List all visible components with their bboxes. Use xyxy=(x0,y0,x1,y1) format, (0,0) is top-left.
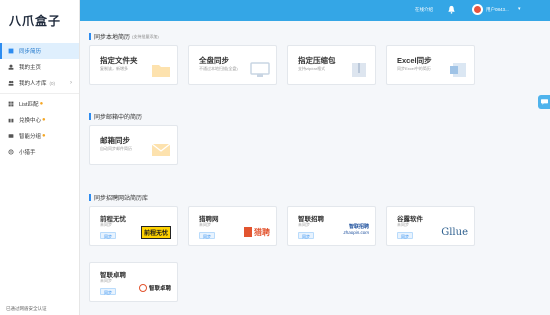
card-subtitle: 同步Excel中的简历 xyxy=(397,66,431,71)
chat-icon xyxy=(540,99,548,105)
people-icon xyxy=(8,80,14,86)
gllue-logo: Gllue xyxy=(441,225,468,239)
site-card-51job[interactable]: 前程无忧 未同步 同步 前程无忧 xyxy=(89,206,178,246)
section-title-text: 同步招聘网站简历库 xyxy=(94,196,149,202)
gift-icon xyxy=(8,117,14,123)
card-title: 指定压缩包 xyxy=(298,56,336,65)
site-card-zhuopin[interactable]: 智联卓聘 未同步 同步 智联卓聘 xyxy=(89,262,178,302)
chat-float-button[interactable] xyxy=(538,95,550,109)
sidebar-item-smart-group[interactable]: 智能分组 ● xyxy=(0,128,79,144)
sidebar-item-label: List匹配 xyxy=(19,102,39,108)
username[interactable]: 用户0843... xyxy=(486,7,509,13)
zhuopin-logo: 智联卓聘 xyxy=(138,281,171,295)
section-title-sites: 同步招聘网站简历库 xyxy=(89,193,148,202)
logo-text: 前程无忧 xyxy=(140,225,171,239)
sidebar-item-label: 兑换中心 xyxy=(19,118,42,124)
section-note: (支持批量添加) xyxy=(132,33,159,39)
logo: 八爪盒子 xyxy=(0,0,79,40)
section-bar xyxy=(89,33,91,40)
sidebar-item-label: 小猎手 xyxy=(19,150,36,156)
sidebar-item-list-match[interactable]: List匹配 ● xyxy=(0,96,79,112)
excel-icon xyxy=(450,63,466,77)
51job-logo: 前程无忧 xyxy=(140,225,171,239)
section-bar xyxy=(89,113,91,120)
zhaopin-logo: 智联招聘 zhaopin.com xyxy=(343,223,369,239)
site-status: 未同步 xyxy=(397,222,409,227)
site-status: 未同步 xyxy=(199,222,211,227)
card-folder-sync[interactable]: 指定文件夹 复制该，新增多 xyxy=(89,45,178,85)
sidebar-item-talent-pool[interactable]: 我的人才库 (0) › xyxy=(0,75,79,91)
sidebar-item-sync-resume[interactable]: 同步简历 xyxy=(0,43,79,59)
card-excel-sync[interactable]: Excel同步 同步Excel中的简历 xyxy=(386,45,475,85)
app-logo: 八爪盒子 xyxy=(9,13,62,28)
card-subtitle: 复制该，新增多 xyxy=(100,66,128,71)
new-dot: ● xyxy=(42,133,46,139)
grid-icon xyxy=(8,101,14,107)
security-note: 已通过网盾安全认证 xyxy=(6,306,47,311)
site-status: 未同步 xyxy=(100,278,112,283)
talent-count: (0) xyxy=(49,80,56,86)
user-icon xyxy=(8,64,14,70)
hunter-icon xyxy=(8,149,14,155)
sidebar-item-my-homepage[interactable]: 我的主页 xyxy=(0,59,79,75)
logo-text: 智联招聘 xyxy=(348,224,369,230)
section-title-text: 同步本地简历 xyxy=(94,35,131,41)
sidebar: 八爪盒子 同步简历 我的主页 我的人才库 (0) › List匹配 ● 兑换中心… xyxy=(0,0,80,315)
section-title-local: 同步本地简历 (支持批量添加) xyxy=(89,32,159,41)
card-title: 邮箱同步 xyxy=(100,136,130,145)
card-subtitle: 不通过本地扫描(全盘) xyxy=(199,66,238,71)
group-icon xyxy=(8,133,14,139)
sidebar-item-label: 同步简历 xyxy=(19,49,42,55)
logo-subtext: zhaopin.com xyxy=(343,230,369,235)
card-full-disk-sync[interactable]: 全盘同步 不通过本地扫描(全盘) xyxy=(188,45,277,85)
sync-button[interactable]: 同步 xyxy=(298,232,314,239)
avatar[interactable] xyxy=(472,4,483,15)
sidebar-item-hunter[interactable]: 小猎手 xyxy=(0,144,79,160)
intro-link[interactable]: 在线介绍 xyxy=(415,7,433,13)
sidebar-nav: 同步简历 我的主页 我的人才库 (0) › List匹配 ● 兑换中心 ● 智能… xyxy=(0,43,79,160)
chevron-down-icon[interactable]: ▾ xyxy=(518,6,521,12)
card-title: 指定文件夹 xyxy=(100,56,138,65)
logo-text: 智联卓聘 xyxy=(148,286,171,292)
zip-icon xyxy=(352,63,366,77)
section-title-email: 同步邮箱中的简历 xyxy=(89,112,142,121)
sidebar-item-label: 我的主页 xyxy=(19,65,42,71)
site-card-liepin[interactable]: 猎聘网 未同步 同步 猎聘 xyxy=(188,206,277,246)
site-status: 未同步 xyxy=(298,222,310,227)
logo-text: Gllue xyxy=(441,226,468,238)
card-title: Excel同步 xyxy=(397,56,432,65)
sync-button[interactable]: 同步 xyxy=(100,232,116,239)
new-dot: ● xyxy=(42,117,46,123)
sync-button[interactable]: 同步 xyxy=(100,288,116,295)
card-subtitle: 支持zip/rar格式 xyxy=(298,66,326,71)
card-email-sync[interactable]: 邮箱同步 自动同步邮件简历 xyxy=(89,125,178,165)
monitor-icon xyxy=(250,62,270,77)
new-dot: ● xyxy=(39,101,44,107)
chevron-right-icon: › xyxy=(70,80,72,86)
site-status: 未同步 xyxy=(100,222,112,227)
folder-icon xyxy=(152,65,170,77)
mail-icon xyxy=(151,143,171,156)
logo-text: 猎聘 xyxy=(254,227,270,237)
sync-icon xyxy=(8,48,14,54)
section-bar xyxy=(89,194,91,201)
liepin-logo: 猎聘 xyxy=(244,225,270,239)
card-zip-sync[interactable]: 指定压缩包 支持zip/rar格式 xyxy=(287,45,376,85)
site-card-zhaopin[interactable]: 智联招聘 未同步 同步 智联招聘 zhaopin.com xyxy=(287,206,376,246)
section-title-text: 同步邮箱中的简历 xyxy=(94,115,143,121)
bell-icon[interactable] xyxy=(447,5,456,14)
sidebar-item-label: 我的人才库 xyxy=(19,81,47,87)
sidebar-item-exchange[interactable]: 兑换中心 ● xyxy=(0,112,79,128)
card-subtitle: 自动同步邮件简历 xyxy=(100,146,132,151)
card-title: 全盘同步 xyxy=(199,56,229,65)
site-card-gllue[interactable]: 谷露软件 未同步 同步 Gllue xyxy=(386,206,475,246)
sync-button[interactable]: 同步 xyxy=(199,232,215,239)
sync-button[interactable]: 同步 xyxy=(397,232,413,239)
sidebar-item-label: 智能分组 xyxy=(19,134,42,140)
divider xyxy=(0,93,79,94)
